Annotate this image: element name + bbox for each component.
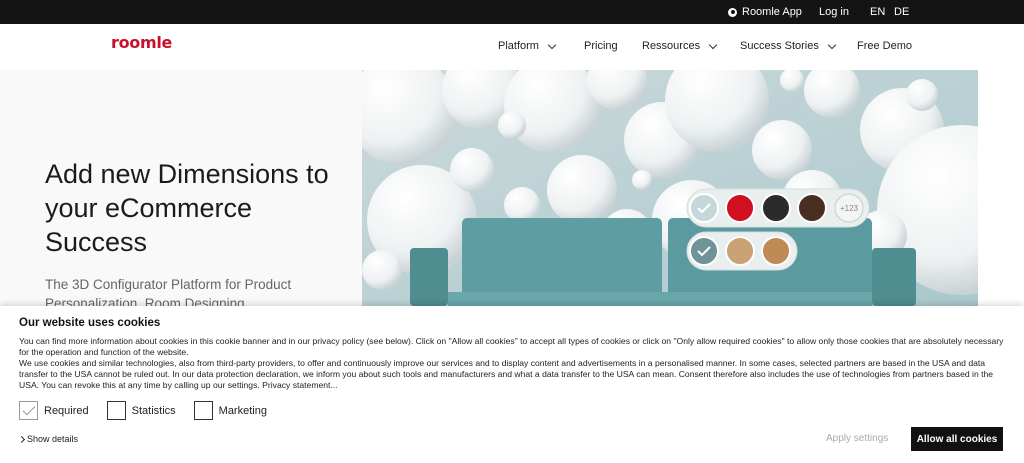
nav-ressources[interactable]: Ressources — [642, 40, 718, 52]
chevron-down-icon — [708, 40, 718, 49]
nav-success-label: Success Stories — [740, 40, 819, 52]
color-swatch-selector[interactable]: +123 — [686, 188, 870, 228]
material-swatch-selector[interactable] — [686, 231, 798, 271]
roomle-app-label: Roomle App — [742, 6, 802, 18]
nav-demo-label: Free Demo — [857, 40, 913, 52]
chevron-down-icon — [547, 40, 557, 49]
language-en[interactable]: EN — [870, 6, 885, 18]
roomle-app-link[interactable]: Roomle App — [728, 6, 802, 18]
apply-settings-button[interactable]: Apply settings — [826, 433, 888, 444]
statistics-checkbox[interactable] — [106, 401, 126, 420]
statistics-label: Statistics — [131, 404, 176, 417]
swatch-walnut[interactable] — [761, 236, 791, 266]
nav-platform-label: Platform — [498, 40, 539, 52]
chevron-down-icon — [827, 40, 837, 49]
required-checkbox — [19, 401, 38, 420]
hero-title: Add new Dimensions to your eCommerce Suc… — [45, 159, 329, 257]
show-details-label: Show details — [27, 434, 79, 444]
nav-ressources-label: Ressources — [642, 40, 701, 52]
main-navigation: roomle Platform Pricing Ressources Succe… — [0, 24, 1024, 70]
nav-free-demo[interactable]: Free Demo — [857, 40, 912, 52]
option-marketing[interactable]: Marketing — [193, 401, 267, 420]
allow-all-cookies-button[interactable]: Allow all cookies — [911, 427, 1003, 451]
cookie-options: Required Statistics Marketing — [19, 401, 285, 420]
cookie-paragraph-1: You can find more information about cook… — [19, 336, 1004, 357]
swatch-oak[interactable] — [725, 236, 755, 266]
show-details-toggle[interactable]: Show details — [17, 434, 79, 444]
hero-image: +123 — [362, 70, 978, 306]
top-utility-bar: Roomle App Log in EN DE — [0, 0, 1024, 24]
option-required: Required — [19, 401, 89, 420]
more-swatches-label: +123 — [840, 204, 859, 213]
roomle-app-icon — [728, 7, 737, 17]
hero-illustration: +123 — [362, 70, 978, 306]
swatch-fabric-selected[interactable] — [689, 236, 719, 266]
nav-pricing-label: Pricing — [584, 40, 618, 52]
nav-pricing[interactable]: Pricing — [584, 40, 618, 52]
language-de[interactable]: DE — [894, 6, 909, 18]
chevron-right-icon — [17, 435, 26, 443]
marketing-label: Marketing — [218, 404, 267, 417]
nav-platform[interactable]: Platform — [498, 40, 557, 52]
cookie-title: Our website uses cookies — [19, 317, 161, 329]
swatch-red[interactable] — [725, 193, 755, 223]
login-link[interactable]: Log in — [819, 6, 849, 18]
swatch-brown[interactable] — [797, 193, 827, 223]
marketing-checkbox[interactable] — [193, 401, 213, 420]
option-statistics[interactable]: Statistics — [106, 401, 176, 420]
swatch-black[interactable] — [761, 193, 791, 223]
brand-logo[interactable]: roomle — [111, 33, 172, 52]
nav-success-stories[interactable]: Success Stories — [740, 40, 837, 52]
cookie-description: You can find more information about cook… — [19, 336, 1009, 391]
cookie-paragraph-2: We use cookies and similar technologies,… — [19, 358, 994, 390]
swatch-teal-selected[interactable] — [689, 193, 719, 223]
cookie-banner: Our website uses cookies You can find mo… — [0, 306, 1024, 463]
required-label: Required — [44, 404, 89, 417]
